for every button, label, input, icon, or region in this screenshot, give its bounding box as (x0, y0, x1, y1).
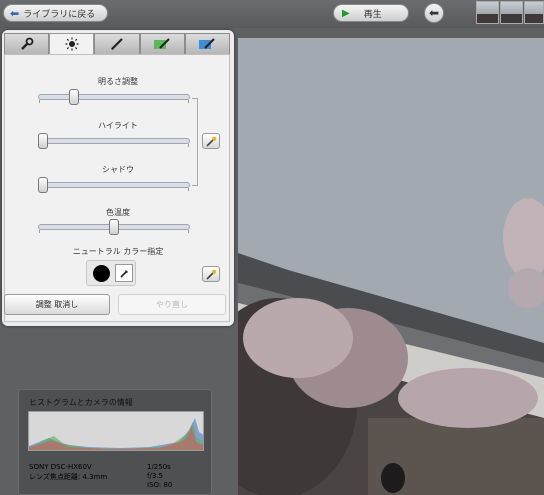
focal-length: レンズ焦点距離: 4.3mm (29, 473, 108, 481)
tab-adjust[interactable] (49, 33, 95, 54)
eyedropper-icon (119, 269, 128, 278)
photo-preview (238, 38, 544, 495)
play-button[interactable]: ▶ 再生 (333, 4, 409, 22)
tool-tabs (4, 33, 231, 54)
auto-tone-button[interactable] (202, 133, 220, 149)
thumbnail-3[interactable] (524, 1, 544, 24)
histogram-info-panel: ヒストグラムとカメラの情報 SONY DSC-HX60V レンズ焦点距離: 4.… (18, 389, 212, 495)
color-temperature-label: 色温度 (106, 208, 130, 217)
aperture: f/3.5 (147, 472, 163, 480)
back-to-library-button[interactable]: ⬅ ライブラリに戻る (3, 4, 108, 22)
previous-photo-button[interactable]: ⬅ (424, 3, 444, 23)
left-arrow-icon: ⬅ (428, 6, 440, 20)
color-temperature-slider-thumb[interactable] (109, 219, 119, 235)
magic-wand-icon (205, 269, 216, 280)
shadow-slider-thumb[interactable] (38, 177, 48, 193)
brightness-ticks (39, 100, 189, 103)
tab-brush[interactable] (94, 33, 140, 54)
top-toolbar: ⬅ ライブラリに戻る ▶ 再生 ⬅ (0, 0, 544, 28)
brightness-slider-thumb[interactable] (69, 89, 79, 105)
blue-brush-icon (199, 38, 216, 49)
photo-image (238, 38, 544, 495)
tab-info[interactable] (4, 33, 50, 54)
brightness-label: 明るさ調整 (98, 77, 138, 86)
play-label: 再生 (363, 9, 382, 20)
histogram-graph (29, 418, 203, 450)
shadow-ticks (39, 188, 189, 191)
shutter-speed: 1/250s (147, 463, 171, 471)
histogram-title: ヒストグラムとカメラの情報 (29, 398, 133, 407)
cancel-adjustments-button[interactable]: 調整 取消し (4, 294, 110, 315)
redo-button[interactable]: やり直し (118, 294, 226, 315)
thumbnail-2[interactable] (500, 1, 523, 24)
magic-wand-icon (205, 136, 216, 147)
shadow-label: シャドウ (102, 165, 134, 174)
histogram-chart (28, 411, 204, 451)
camera-model: SONY DSC-HX60V (29, 463, 92, 471)
tab-green-brush[interactable] (139, 33, 185, 54)
adjust-panel: 明るさ調整 ハイライト シャドウ 色温度 ニュートラル カラー指定 調整 取消し… (2, 30, 234, 326)
tone-group-bracket (192, 98, 198, 186)
neutral-color-swatch (93, 265, 110, 282)
highlight-ticks (39, 144, 189, 147)
brush-icon (111, 38, 123, 50)
highlight-label: ハイライト (98, 121, 138, 130)
neutral-color-picker (86, 260, 136, 286)
back-to-library-label: ライブラリに戻る (23, 9, 96, 20)
eyedropper-button[interactable] (115, 264, 133, 282)
thumbnail-1[interactable] (476, 1, 499, 24)
green-brush-icon (154, 38, 170, 49)
neutral-color-label: ニュートラル カラー指定 (72, 247, 164, 256)
play-icon: ▶ (342, 7, 350, 19)
back-arrow-icon: ⬅ (10, 6, 20, 20)
highlight-slider-thumb[interactable] (38, 133, 48, 149)
wrench-icon (20, 37, 33, 50)
tab-blue-brush[interactable] (184, 33, 231, 54)
iso: ISO: 80 (147, 481, 173, 489)
auto-neutral-button[interactable] (202, 266, 220, 282)
brightness-icon (65, 37, 79, 51)
